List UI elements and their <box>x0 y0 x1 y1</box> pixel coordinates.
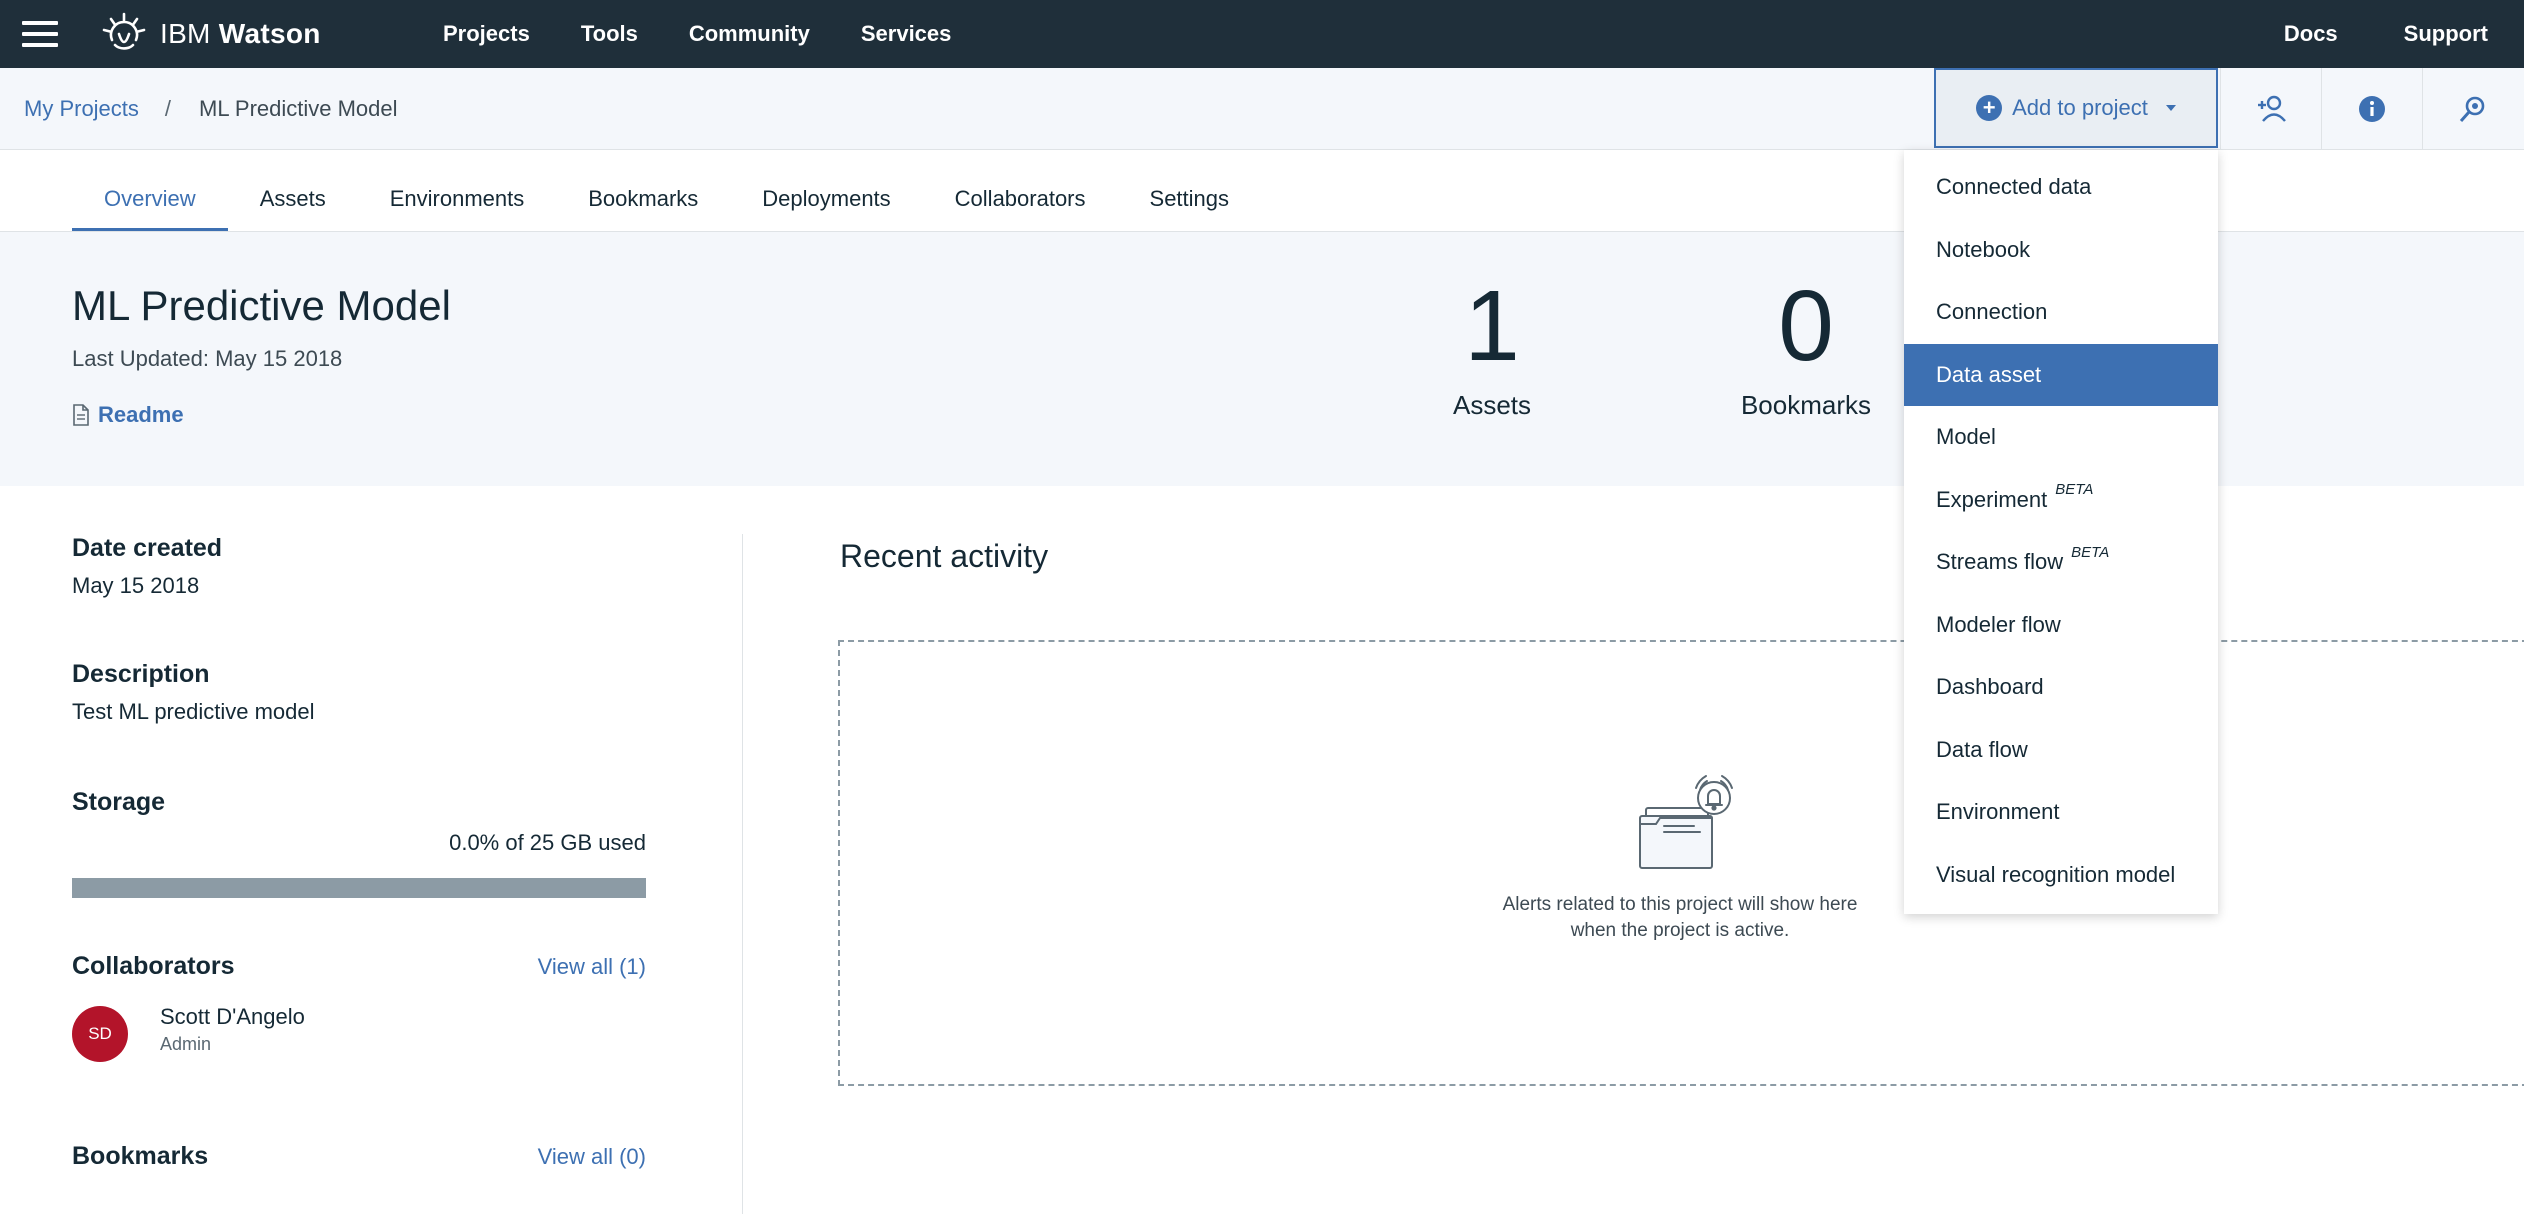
info-icon <box>2358 96 2385 122</box>
watson-logo-icon <box>102 12 146 56</box>
document-icon <box>73 404 89 426</box>
bookmarks-count: 0 <box>1778 270 1834 382</box>
assets-stat[interactable]: 1 Assets <box>1392 276 1592 421</box>
chevron-down-icon <box>2165 105 2176 111</box>
add-to-project-label: Add to project <box>2012 95 2148 120</box>
menu-item-label: Modeler flow <box>1936 611 2061 637</box>
column-divider <box>742 534 743 1214</box>
nav-services[interactable]: Services <box>861 21 952 47</box>
description-label: Description <box>72 660 210 688</box>
recent-activity-panel: Alerts related to this project will show… <box>838 640 2524 1086</box>
breadcrumb: My Projects / ML Predictive Model <box>24 68 398 150</box>
secondary-nav: Docs Support <box>2218 0 2488 68</box>
tab-overview[interactable]: Overview <box>72 150 228 232</box>
add-collaborator-icon <box>2257 95 2286 122</box>
top-navigation-bar: IBM Watson Projects Tools Community Serv… <box>0 0 2524 68</box>
plus-circle-icon: + <box>1976 95 2003 121</box>
assets-label: Assets <box>1452 390 1532 420</box>
breadcrumb-current: ML Predictive Model <box>199 96 398 121</box>
empty-state-message: Alerts related to this project will show… <box>1380 892 1980 944</box>
date-created-label: Date created <box>72 534 223 562</box>
tab-settings[interactable]: Settings <box>1118 150 1262 232</box>
bookmarks-header: Bookmarks View all (0) <box>72 1142 646 1171</box>
empty-state-line-2: when the project is active. <box>1570 920 1790 941</box>
last-updated: Last Updated: May 15 2018 <box>72 346 343 371</box>
wrench-icon <box>2459 96 2484 122</box>
menu-item-label: Data flow <box>1936 736 2028 762</box>
nav-community[interactable]: Community <box>689 21 810 47</box>
add-to-project-menu: Connected data Notebook Connection Data … <box>1904 150 2218 914</box>
menu-item-label: Environment <box>1936 799 2060 825</box>
menu-item-connection[interactable]: Connection <box>1904 281 2218 344</box>
menu-item-label: Connection <box>1936 299 2048 325</box>
tab-assets[interactable]: Assets <box>228 150 358 232</box>
menu-item-label: Experiment <box>1936 486 2048 512</box>
description-value: Test ML predictive model <box>72 699 315 724</box>
nav-docs[interactable]: Docs <box>2284 21 2338 47</box>
project-settings-button[interactable] <box>2422 68 2522 150</box>
project-tabs: Overview Assets Environments Bookmarks D… <box>72 150 1261 232</box>
menu-item-environment[interactable]: Environment <box>1904 781 2218 844</box>
menu-item-modeler-flow[interactable]: Modeler flow <box>1904 594 2218 657</box>
add-collaborator-button[interactable] <box>2220 68 2320 150</box>
menu-item-label: Notebook <box>1936 236 2031 262</box>
primary-nav: Projects Tools Community Services <box>443 0 1002 68</box>
menu-item-label: Dashboard <box>1936 674 2044 700</box>
nav-support[interactable]: Support <box>2404 21 2488 47</box>
readme-label: Readme <box>98 402 184 427</box>
beta-badge: BETA <box>2055 481 2094 499</box>
menu-item-connected-data[interactable]: Connected data <box>1904 156 2218 219</box>
menu-item-label: Streams flow <box>1936 549 2064 575</box>
menu-item-dashboard[interactable]: Dashboard <box>1904 656 2218 719</box>
assets-count: 1 <box>1464 270 1520 382</box>
collaborator-name: Scott D'Angelo <box>160 1004 305 1029</box>
breadcrumb-separator: / <box>164 96 172 121</box>
date-created-value: May 15 2018 <box>72 573 200 598</box>
bookmarks-view-all-link[interactable]: View all (0) <box>538 1144 646 1170</box>
tab-collaborators[interactable]: Collaborators <box>923 150 1118 232</box>
menu-item-data-flow[interactable]: Data flow <box>1904 719 2218 782</box>
storage-label: Storage <box>72 788 166 816</box>
storage-progress-bar <box>72 878 646 898</box>
collaborators-header: Collaborators View all (1) <box>72 952 646 981</box>
menu-item-label: Connected data <box>1936 174 2092 200</box>
readme-link[interactable]: Readme <box>72 402 184 428</box>
page-title: ML Predictive Model <box>72 282 451 329</box>
menu-item-label: Model <box>1936 424 1996 450</box>
menu-item-data-asset[interactable]: Data asset <box>1904 343 2218 406</box>
folder-alert-icon <box>1639 775 1733 869</box>
menu-item-label: Data asset <box>1936 361 2042 387</box>
date-created-section: Date created May 15 2018 <box>72 534 222 599</box>
nav-tools[interactable]: Tools <box>581 21 638 47</box>
tab-bookmarks[interactable]: Bookmarks <box>556 150 730 232</box>
tab-environments[interactable]: Environments <box>358 150 557 232</box>
menu-item-experiment[interactable]: Experiment BETA <box>1904 469 2218 532</box>
menu-item-notebook[interactable]: Notebook <box>1904 219 2218 282</box>
breadcrumb-my-projects[interactable]: My Projects <box>24 96 139 122</box>
bookmarks-label: Bookmarks <box>1740 390 1872 420</box>
menu-item-model[interactable]: Model <box>1904 406 2218 469</box>
hamburger-menu-icon[interactable] <box>22 16 58 52</box>
bookmarks-section-label: Bookmarks <box>72 1142 209 1170</box>
recent-activity-title: Recent activity <box>840 538 1049 574</box>
add-to-project-button[interactable]: + Add to project <box>1934 68 2218 148</box>
brand[interactable]: IBM Watson <box>102 10 321 58</box>
collaborators-label: Collaborators <box>72 952 235 980</box>
storage-used-text: 0.0% of 25 GB used <box>449 830 646 855</box>
collaborators-view-all-link[interactable]: View all (1) <box>538 954 646 980</box>
menu-item-streams-flow[interactable]: Streams flow BETA <box>1904 531 2218 594</box>
tab-deployments[interactable]: Deployments <box>730 150 922 232</box>
empty-state-line-1: Alerts related to this project will show… <box>1502 894 1858 915</box>
avatar[interactable]: SD <box>72 1006 128 1062</box>
beta-badge: BETA <box>2071 543 2110 561</box>
collaborator-role: Admin <box>160 1034 212 1054</box>
menu-item-visual-recognition-model[interactable]: Visual recognition model <box>1904 844 2218 907</box>
menu-item-label: Visual recognition model <box>1936 861 2176 887</box>
info-button[interactable] <box>2321 68 2421 150</box>
description-section: Description Test ML predictive model <box>72 660 315 725</box>
bookmarks-stat[interactable]: 0 Bookmarks <box>1706 276 1906 421</box>
brand-name: IBM Watson <box>160 18 321 49</box>
nav-projects[interactable]: Projects <box>443 21 530 47</box>
